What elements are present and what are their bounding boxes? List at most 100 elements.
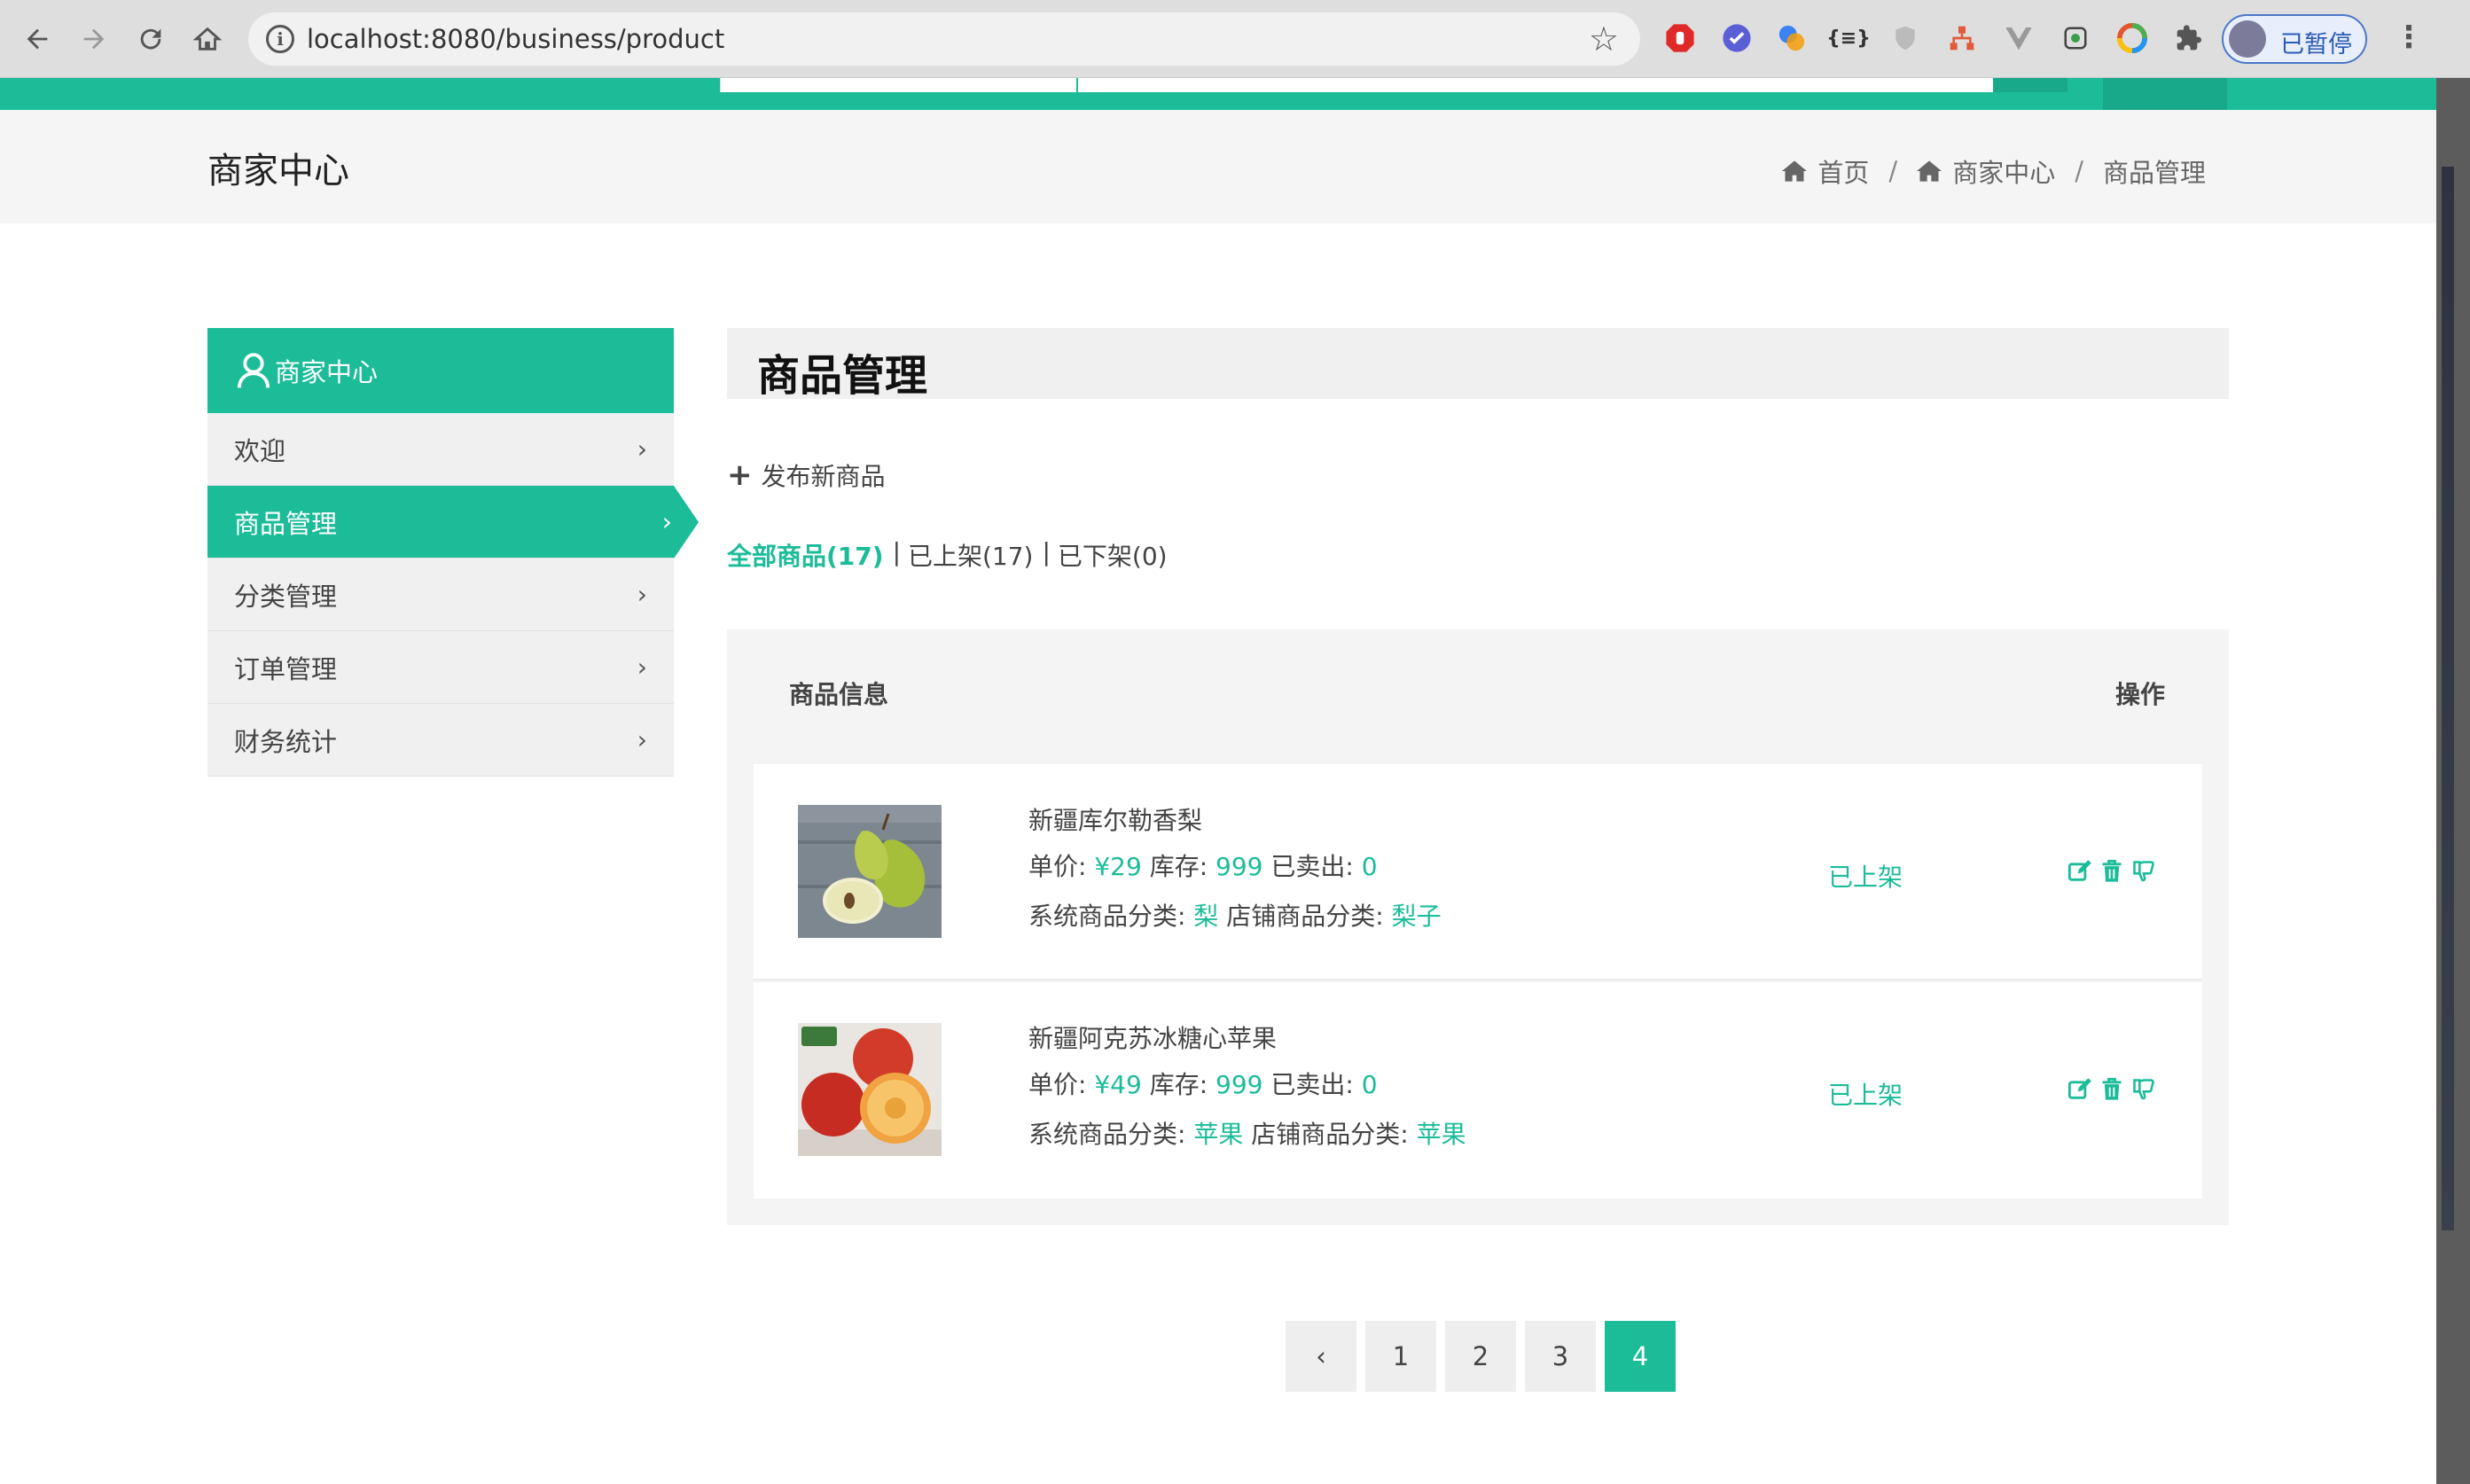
breadcrumb-separator: /	[1888, 156, 1898, 186]
publish-label: 发布新商品	[761, 462, 886, 491]
breadcrumb-current: 商品管理	[2102, 158, 2206, 188]
site-info-icon[interactable]: i	[266, 25, 294, 53]
sidebar-item-categories[interactable]: 分类管理 ›	[207, 558, 674, 631]
shop-category-label: 店铺商品分类:	[1226, 902, 1384, 931]
sidebar-item-label: 分类管理	[234, 581, 338, 612]
system-category-label: 系统商品分类:	[1028, 1120, 1186, 1149]
sidebar-header-label: 商家中心	[275, 357, 379, 387]
status-badge: 已上架	[1828, 1081, 1903, 1110]
home-icon[interactable]	[186, 18, 229, 60]
apple-photo[interactable]	[798, 1023, 942, 1156]
product-name[interactable]: 新疆库尔勒香梨	[1028, 801, 1202, 837]
extension-vue-icon[interactable]	[2002, 21, 2036, 55]
chevron-right-icon: ›	[637, 580, 647, 609]
search-input[interactable]	[720, 78, 1993, 92]
sidebar-item-label: 商品管理	[234, 508, 338, 539]
filter-separator: |	[1042, 537, 1051, 566]
product-stats: 单价: ¥29 库存: 999 已卖出: 0	[1028, 847, 1378, 883]
stock-value: 999	[1215, 1070, 1263, 1099]
search-button[interactable]	[1993, 78, 2067, 92]
profile-status-label: 已暂停	[2280, 31, 2352, 59]
price-value: ¥29	[1094, 852, 1142, 881]
product-categories: 系统商品分类: 苹果 店铺商品分类: 苹果	[1028, 1115, 1466, 1151]
forward-icon[interactable]	[73, 18, 115, 60]
extension-check-icon[interactable]	[1720, 21, 1754, 55]
chevron-right-icon: ›	[637, 434, 647, 464]
plus-icon: +	[727, 457, 753, 493]
price-label: 单价:	[1028, 852, 1087, 881]
profile-button[interactable]: 已暂停	[2222, 14, 2367, 64]
edit-icon[interactable]	[2067, 858, 2092, 885]
sidebar-item-products[interactable]: 商品管理 ›	[207, 486, 699, 558]
shop-category-label: 店铺商品分类:	[1251, 1120, 1409, 1149]
stock-label: 库存:	[1149, 1070, 1208, 1099]
breadcrumb-home[interactable]: 首页	[1817, 152, 1869, 190]
status-badge: 已上架	[1828, 863, 1903, 892]
sidebar-item-label: 欢迎	[234, 435, 286, 466]
address-bar[interactable]: i localhost:8080/business/product ☆	[248, 12, 1640, 66]
sidebar-item-orders[interactable]: 订单管理 ›	[207, 631, 674, 704]
edit-icon[interactable]	[2067, 1076, 2092, 1103]
url-text[interactable]: localhost:8080/business/product	[307, 24, 724, 54]
home-icon	[1917, 160, 1942, 182]
thumbs-down-icon[interactable]	[2131, 858, 2156, 885]
table-row: 新疆阿克苏冰糖心苹果 单价: ¥49 库存: 999 已卖出: 0 系统商品分类…	[754, 982, 2202, 1199]
breadcrumb-separator: /	[2075, 156, 2083, 186]
section-title: 商品管理	[757, 351, 928, 401]
back-icon[interactable]	[16, 18, 59, 60]
user-icon	[237, 353, 270, 388]
delete-icon[interactable]	[2099, 858, 2124, 885]
delete-icon[interactable]	[2099, 1076, 2124, 1103]
tab-off-shelf[interactable]: 已下架(0)	[1058, 537, 1168, 573]
stock-label: 库存:	[1149, 852, 1208, 881]
extensions-puzzle-icon[interactable]	[2172, 21, 2206, 55]
home-icon	[1782, 160, 1808, 182]
bookmark-star-icon[interactable]: ☆	[1589, 20, 1619, 59]
avatar	[2229, 20, 2266, 58]
extension-puzzle-green-icon[interactable]	[2059, 21, 2092, 55]
extension-tree-icon[interactable]	[1945, 21, 1979, 55]
pagination: ‹ 1 2 3 4	[1286, 1321, 1676, 1392]
page-button-1[interactable]: 1	[1365, 1321, 1436, 1392]
thumbs-down-icon[interactable]	[2131, 1076, 2156, 1103]
header-cart-button[interactable]	[2103, 78, 2227, 110]
browser-menu-icon[interactable]: ⋮	[2394, 20, 2424, 55]
browser-toolbar: i localhost:8080/business/product ☆ {≡} …	[0, 0, 2470, 78]
extension-stop-icon[interactable]	[1663, 21, 1697, 55]
page-button-2[interactable]: 2	[1445, 1321, 1516, 1392]
system-category-value: 梨	[1193, 902, 1219, 931]
page-button-4[interactable]: 4	[1605, 1321, 1676, 1392]
sidebar-header: 商家中心	[207, 328, 674, 413]
extension-json-icon[interactable]: {≡}	[1826, 21, 1871, 55]
product-table: 商品信息 操作 新疆库尔勒香梨 单价: ¥29 库存: 999 已卖出: 0 系…	[727, 629, 2229, 1225]
extension-color-icon[interactable]	[2115, 21, 2149, 55]
sidebar-item-label: 财务统计	[234, 726, 338, 757]
filter-separator: |	[892, 537, 901, 566]
pagination-prev-button[interactable]: ‹	[1286, 1321, 1356, 1392]
sold-value: 0	[1361, 852, 1378, 881]
row-actions	[2067, 1076, 2156, 1103]
tab-all-products[interactable]: 全部商品(17)	[727, 537, 884, 573]
sold-label: 已卖出:	[1270, 852, 1354, 881]
breadcrumb-merchant[interactable]: 商家中心	[1952, 152, 2055, 190]
extension-translate-icon[interactable]	[1775, 21, 1809, 55]
product-name[interactable]: 新疆阿克苏冰糖心苹果	[1028, 1019, 1277, 1055]
sidebar-item-finance[interactable]: 财务统计 ›	[207, 704, 674, 777]
search-divider	[1076, 78, 1078, 92]
shop-category-value: 梨子	[1391, 902, 1442, 931]
price-value: ¥49	[1094, 1070, 1142, 1099]
tab-on-shelf[interactable]: 已上架(17)	[908, 537, 1033, 573]
product-categories: 系统商品分类: 梨 店铺商品分类: 梨子	[1028, 897, 1442, 933]
pear-photo[interactable]	[798, 805, 942, 938]
section-title-bar: 商品管理	[727, 328, 2229, 401]
sidebar: 商家中心 欢迎 › 商品管理 › 分类管理 › 订单管理 › 财务统计 ›	[207, 328, 699, 777]
page-button-3[interactable]: 3	[1525, 1321, 1596, 1392]
sidebar-item-welcome[interactable]: 欢迎 ›	[207, 413, 674, 486]
extension-shield-icon[interactable]	[1888, 21, 1922, 55]
publish-product-button[interactable]: + 发布新商品	[727, 457, 886, 493]
product-stats: 单价: ¥49 库存: 999 已卖出: 0	[1028, 1066, 1378, 1101]
reload-icon[interactable]	[129, 18, 172, 60]
sold-label: 已卖出:	[1270, 1070, 1354, 1099]
stock-value: 999	[1215, 852, 1263, 881]
page-title: 商家中心	[207, 151, 349, 191]
